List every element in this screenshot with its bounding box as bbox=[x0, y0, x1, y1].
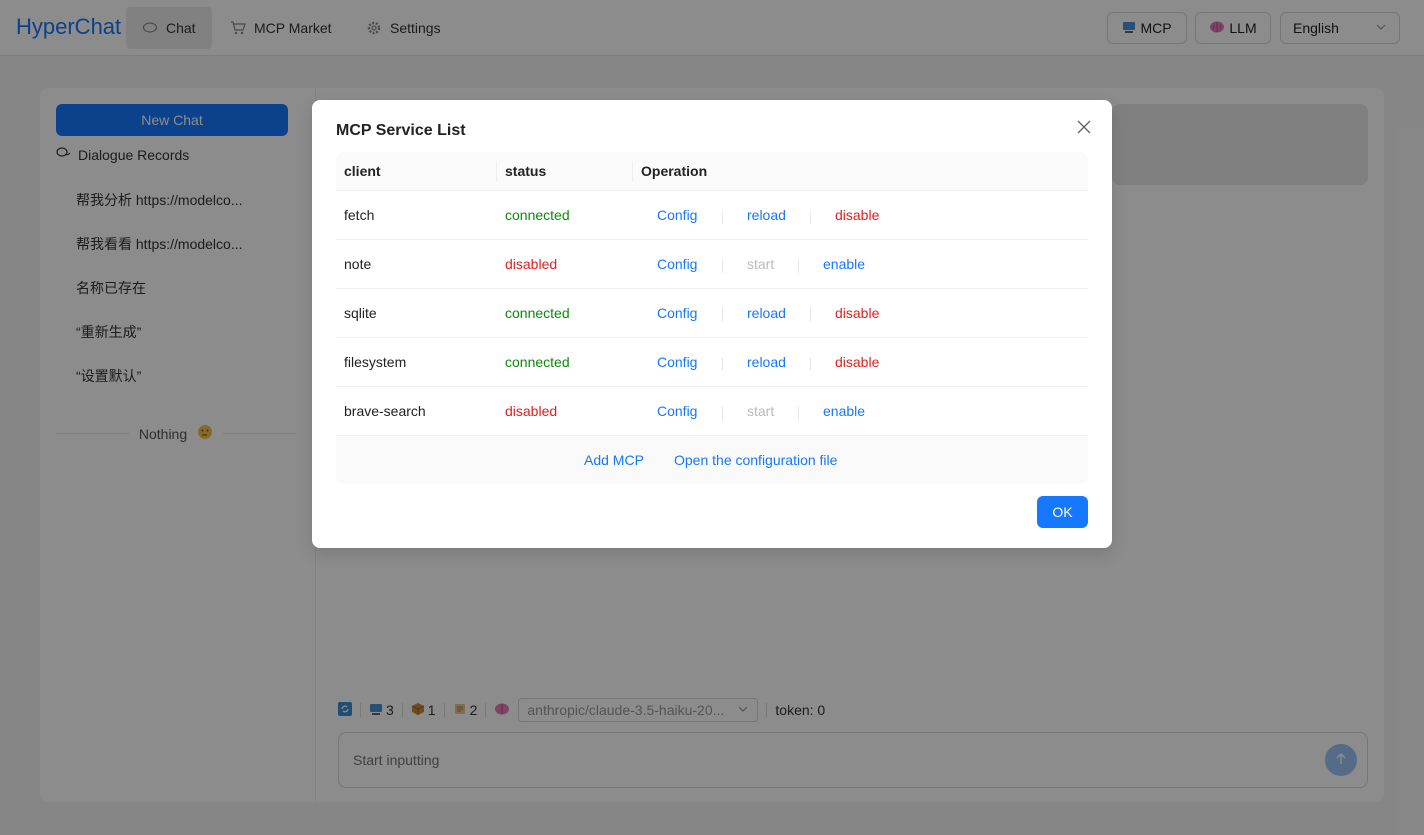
reload-link[interactable]: reload bbox=[747, 354, 786, 370]
op-separator bbox=[798, 406, 799, 420]
client-name: brave-search bbox=[344, 403, 426, 419]
config-link[interactable]: Config bbox=[657, 354, 697, 370]
start-link-disabled: start bbox=[747, 256, 775, 272]
client-name: sqlite bbox=[344, 305, 377, 321]
config-link[interactable]: Config bbox=[657, 305, 697, 321]
status-disabled: disabled bbox=[505, 256, 558, 272]
table-row: note disabled Config start enable bbox=[336, 240, 1088, 289]
op-separator bbox=[722, 406, 723, 420]
column-header-status: status bbox=[505, 163, 547, 179]
status-connected: connected bbox=[505, 354, 570, 370]
table-row: sqlite connected Config reload disable bbox=[336, 289, 1088, 338]
mcp-service-table: client status Operation fetch connected … bbox=[336, 152, 1088, 484]
ok-button[interactable]: OK bbox=[1037, 496, 1088, 528]
table-row: fetch connected Config reload disable bbox=[336, 191, 1088, 240]
enable-link[interactable]: enable bbox=[823, 403, 865, 419]
column-header-operation: Operation bbox=[641, 163, 708, 179]
table-row: filesystem connected Config reload disab… bbox=[336, 338, 1088, 387]
column-divider bbox=[632, 161, 633, 182]
close-icon bbox=[1077, 117, 1091, 140]
enable-link[interactable]: enable bbox=[823, 256, 865, 272]
disable-link[interactable]: disable bbox=[835, 305, 879, 321]
add-mcp-link[interactable]: Add MCP bbox=[584, 452, 644, 468]
op-separator bbox=[810, 308, 811, 322]
status-connected: connected bbox=[505, 305, 570, 321]
table-footer: Add MCP Open the configuration file bbox=[336, 436, 1088, 484]
client-name: filesystem bbox=[344, 354, 407, 370]
close-button[interactable] bbox=[1074, 118, 1094, 138]
mcp-service-modal: MCP Service List client status Operation… bbox=[312, 100, 1112, 548]
status-connected: connected bbox=[505, 207, 570, 223]
column-divider bbox=[496, 161, 497, 182]
config-link[interactable]: Config bbox=[657, 256, 697, 272]
op-separator bbox=[722, 308, 723, 322]
start-link-disabled: start bbox=[747, 403, 775, 419]
config-link[interactable]: Config bbox=[657, 207, 697, 223]
modal-title: MCP Service List bbox=[336, 122, 466, 139]
table-row: brave-search disabled Config start enabl… bbox=[336, 387, 1088, 436]
config-link[interactable]: Config bbox=[657, 403, 697, 419]
client-name: fetch bbox=[344, 207, 375, 223]
op-separator bbox=[810, 210, 811, 224]
reload-link[interactable]: reload bbox=[747, 305, 786, 321]
disable-link[interactable]: disable bbox=[835, 207, 879, 223]
reload-link[interactable]: reload bbox=[747, 207, 786, 223]
op-separator bbox=[798, 259, 799, 273]
table-header: client status Operation bbox=[336, 152, 1088, 191]
client-name: note bbox=[344, 256, 372, 272]
op-separator bbox=[722, 210, 723, 224]
op-separator bbox=[810, 357, 811, 371]
status-disabled: disabled bbox=[505, 403, 558, 419]
disable-link[interactable]: disable bbox=[835, 354, 879, 370]
column-header-client: client bbox=[344, 163, 381, 179]
op-separator bbox=[722, 259, 723, 273]
open-config-file-link[interactable]: Open the configuration file bbox=[674, 452, 837, 468]
op-separator bbox=[722, 357, 723, 371]
